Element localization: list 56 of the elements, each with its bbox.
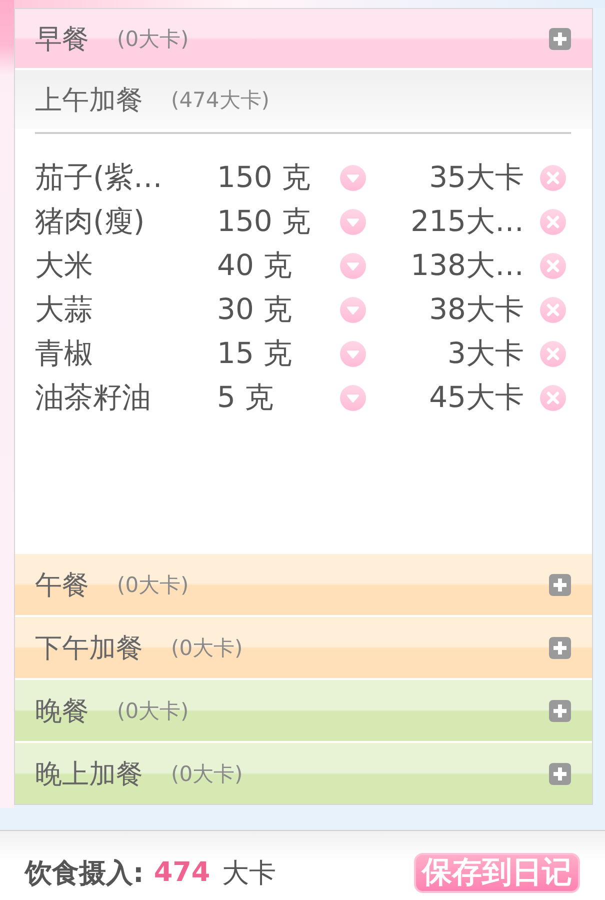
food-name: 猪肉(瘦)	[35, 203, 146, 240]
caret-down-icon[interactable]	[340, 341, 366, 367]
food-amount: 5 克	[217, 379, 275, 416]
close-icon[interactable]	[540, 253, 566, 279]
close-icon[interactable]	[540, 165, 566, 191]
food-amount: 30 克	[217, 291, 294, 328]
meal-name: 晚餐	[35, 694, 89, 728]
food-amount: 150 克	[217, 159, 312, 196]
food-name: 大蒜	[35, 291, 94, 328]
meal-header[interactable]: 下午加餐 (0大卡)	[15, 617, 592, 678]
caret-down-icon[interactable]	[340, 297, 366, 323]
meal-header[interactable]: 午餐 (0大卡)	[15, 554, 592, 615]
close-icon[interactable]	[540, 209, 566, 235]
food-calories: 45大卡	[429, 379, 524, 416]
plus-icon[interactable]	[549, 636, 571, 658]
close-icon[interactable]	[540, 297, 566, 323]
food-amount: 150 克	[217, 203, 312, 240]
caret-down-icon[interactable]	[340, 385, 366, 411]
meal-calories: (0大卡)	[171, 634, 243, 662]
meal-header[interactable]: 早餐 (0大卡)	[15, 9, 592, 68]
close-icon[interactable]	[540, 341, 566, 367]
food-name: 青椒	[35, 335, 94, 372]
meal-header[interactable]: 上午加餐 (474大卡)	[15, 70, 592, 129]
food-amount: 40 克	[217, 247, 294, 284]
caret-down-icon[interactable]	[340, 165, 366, 191]
caret-down-icon[interactable]	[340, 209, 366, 235]
food-name: 大米	[35, 247, 94, 284]
food-name: 茄子(紫…	[35, 159, 164, 196]
meal-calories: (0大卡)	[117, 698, 189, 724]
meal-calories: (474大卡)	[171, 86, 270, 114]
meal-name: 下午加餐	[35, 632, 143, 666]
food-calories: 3大卡	[448, 335, 524, 372]
intake-unit: 大卡	[222, 856, 276, 890]
caret-down-icon[interactable]	[340, 253, 366, 279]
meal-name: 上午加餐	[35, 84, 143, 118]
meal-header[interactable]: 晚上加餐 (0大卡)	[15, 743, 592, 804]
food-calories: 35大卡	[429, 159, 524, 196]
intake-label: 饮食摄入:	[25, 856, 144, 890]
food-amount: 15 克	[217, 335, 294, 372]
plus-icon[interactable]	[549, 28, 571, 50]
meal-calories: (0大卡)	[171, 760, 243, 788]
meal-name: 午餐	[35, 568, 89, 602]
close-icon[interactable]	[540, 385, 566, 411]
meal-calories: (0大卡)	[117, 572, 189, 598]
intake-value: 474	[154, 857, 210, 888]
plus-icon[interactable]	[549, 700, 571, 722]
meal-header[interactable]: 晚餐 (0大卡)	[15, 680, 592, 741]
food-name: 油茶籽油	[35, 379, 152, 416]
meal-name: 早餐	[35, 22, 89, 56]
food-calories: 138大…	[410, 247, 524, 284]
meal-name: 晚上加餐	[35, 758, 143, 792]
food-calories: 38大卡	[429, 291, 524, 328]
food-calories: 215大…	[410, 203, 524, 240]
meal-calories: (0大卡)	[117, 26, 189, 52]
plus-icon[interactable]	[549, 574, 571, 596]
plus-icon[interactable]	[549, 762, 571, 784]
